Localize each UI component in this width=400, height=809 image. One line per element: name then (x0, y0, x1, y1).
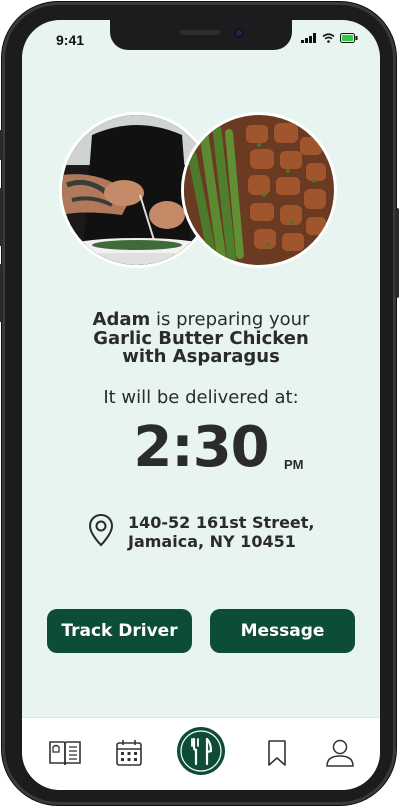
phone-frame: 9:41 Adam is preparing your Garlic Butte… (0, 2, 399, 805)
fork-knife-icon (180, 730, 222, 772)
status-icons (301, 33, 358, 43)
tab-orders[interactable] (177, 727, 225, 775)
tab-calendar[interactable] (112, 736, 146, 770)
message-button[interactable]: Message (210, 609, 355, 653)
mute-switch (0, 130, 3, 160)
app-screen: 9:41 Adam is preparing your Garlic Butte… (22, 20, 380, 790)
address-line1: 140-52 161st Street, (128, 513, 315, 532)
delivery-label: It will be delivered at: (103, 387, 299, 408)
delivery-time-value: 2:30 (133, 415, 269, 480)
status-time: 9:41 (56, 32, 85, 48)
volume-down-button (0, 264, 3, 322)
bottom-tab-bar (22, 717, 380, 790)
location-pin-icon (88, 513, 114, 547)
wifi-icon (322, 33, 335, 43)
tab-menu[interactable] (48, 736, 82, 770)
delivery-time-period: PM (284, 457, 304, 472)
menu-book-icon (49, 741, 81, 766)
prep-status: Adam is preparing your (22, 309, 380, 330)
track-driver-button[interactable]: Track Driver (47, 609, 192, 653)
notch (110, 20, 292, 50)
tab-profile[interactable] (323, 736, 357, 770)
profile-icon (326, 739, 354, 767)
bookmark-icon (268, 740, 286, 766)
signal-icon (301, 33, 316, 43)
speaker (180, 30, 220, 35)
battery-icon (340, 33, 358, 43)
address-line2: Jamaica, NY 10451 (128, 532, 296, 551)
dish-photo (184, 115, 334, 265)
calendar-icon (116, 740, 142, 766)
front-camera (234, 28, 244, 38)
volume-up-button (0, 188, 3, 246)
dish-name-line2: with Asparagus (22, 346, 380, 367)
delivery-time: 2:30 PM (22, 415, 380, 480)
chef-name: Adam (92, 309, 151, 330)
power-button (395, 208, 399, 298)
prep-text: is preparing your (155, 309, 310, 330)
order-photos (62, 115, 342, 275)
tab-saved[interactable] (260, 736, 294, 770)
dish-name-2: with Asparagus (122, 346, 280, 367)
